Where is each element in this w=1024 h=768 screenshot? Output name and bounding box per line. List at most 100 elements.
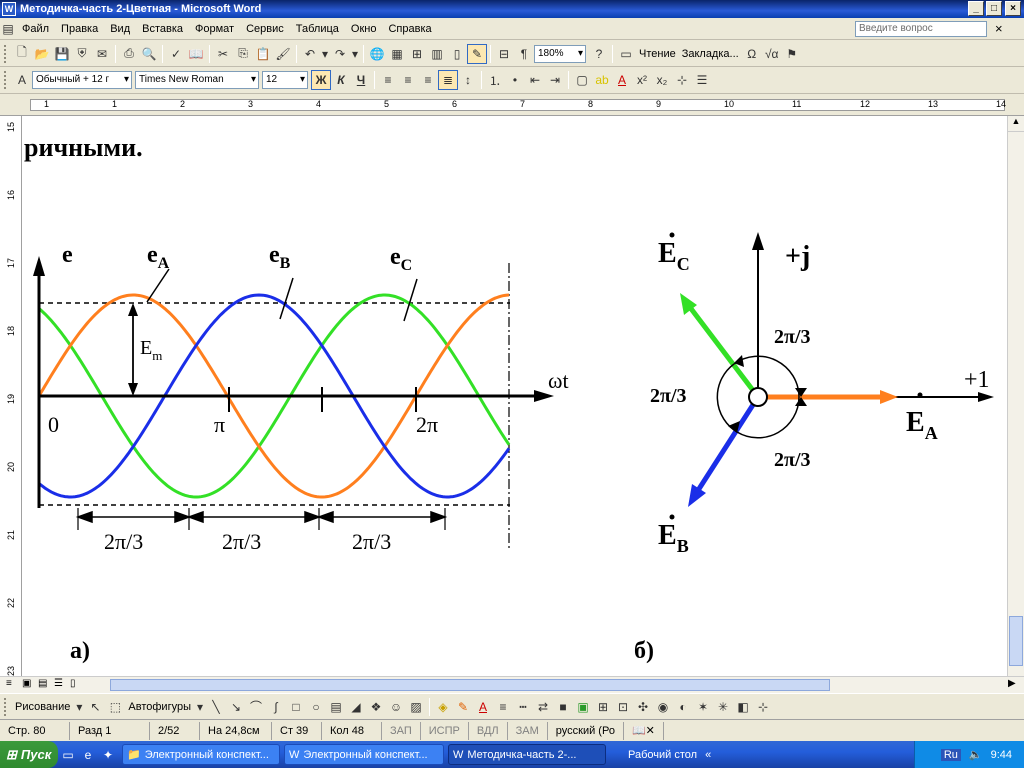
autoshapes-dropdown-icon[interactable]: ▾ [194, 697, 206, 717]
drawing-menu[interactable]: Рисование [12, 701, 73, 713]
redo-dropdown-icon[interactable]: ▾ [350, 44, 360, 64]
draw-extra3-icon[interactable]: ✣ [633, 697, 653, 717]
print-preview-icon[interactable]: 🔍 [139, 44, 159, 64]
font-select[interactable]: Times New Roman [135, 71, 259, 89]
quicklaunch-icon[interactable]: ✦ [98, 745, 118, 765]
status-trk[interactable]: ИСПР [421, 721, 469, 740]
undo-icon[interactable]: ↶ [300, 44, 320, 64]
wordart-icon[interactable]: ◢ [346, 697, 366, 717]
permission-icon[interactable]: ⛨ [72, 44, 92, 64]
status-language[interactable]: русский (Ро [548, 721, 624, 740]
hscroll-thumb[interactable] [110, 679, 830, 691]
web-view-icon[interactable]: ▣ [22, 678, 31, 689]
toolbar-grip[interactable] [4, 71, 8, 89]
mail-icon[interactable]: ✉ [92, 44, 112, 64]
symbol-icon[interactable]: Ω [742, 44, 762, 64]
shadow-icon[interactable]: ■ [553, 697, 573, 717]
desktop-toolbar-label[interactable]: Рабочий стол [628, 749, 697, 761]
draw-extra9-icon[interactable]: ⊹ [753, 697, 773, 717]
drawing-dropdown-icon[interactable]: ▾ [73, 697, 85, 717]
outline-view-icon[interactable]: ☰ [54, 678, 63, 689]
paste-icon[interactable]: 📋 [253, 44, 273, 64]
borders-icon[interactable]: ▢ [572, 70, 592, 90]
increase-indent-icon[interactable]: ⇥ [545, 70, 565, 90]
textbox-icon[interactable]: ▤ [326, 697, 346, 717]
insert-table-icon[interactable]: ⊞ [407, 44, 427, 64]
show-desktop-icon[interactable]: ▭ [58, 745, 78, 765]
draw-extra-icon[interactable]: ⊞ [593, 697, 613, 717]
tray-expand-icon[interactable]: « [705, 749, 711, 761]
document-page[interactable]: ричными. e eA eB eC Em ωt 0 π 2π 2π/3 2π… [22, 116, 1007, 676]
line-icon[interactable]: ╲ [206, 697, 226, 717]
close-button[interactable]: × [1005, 1, 1021, 16]
open-icon[interactable]: 📂 [32, 44, 52, 64]
draw-extra4-icon[interactable]: ◉ [653, 697, 673, 717]
diagram-icon[interactable]: ❖ [366, 697, 386, 717]
new-document-icon[interactable]: 🗋 [12, 44, 32, 64]
draw-font-color-icon[interactable]: A [473, 697, 493, 717]
menu-table[interactable]: Таблица [290, 23, 345, 35]
equation-icon[interactable]: √α [762, 44, 782, 64]
arrow-icon[interactable]: ↘ [226, 697, 246, 717]
minimize-button[interactable]: _ [968, 1, 984, 16]
draw-extra8-icon[interactable]: ◧ [733, 697, 753, 717]
hyperlink-icon[interactable]: 🌐 [367, 44, 387, 64]
drawing-canvas-icon[interactable]: ⬚ [105, 697, 125, 717]
font-color-icon[interactable]: A [612, 70, 632, 90]
horizontal-scrollbar[interactable]: ≡ ▣ ▤ ☰ ▯ ▶ [0, 676, 1024, 693]
start-button[interactable]: ⊞ Пуск [0, 741, 58, 768]
curve-icon[interactable]: ⌒ [246, 697, 266, 717]
numbering-icon[interactable]: ⒈ [485, 70, 505, 90]
research-icon[interactable]: 📖 [186, 44, 206, 64]
menu-tools[interactable]: Сервис [240, 23, 290, 35]
scroll-right-icon[interactable]: ▶ [1008, 678, 1016, 689]
vertical-scrollbar[interactable]: ▲ [1007, 116, 1024, 676]
align-center-icon[interactable]: ≡ [398, 70, 418, 90]
scroll-thumb[interactable] [1009, 616, 1023, 666]
bullets-icon[interactable]: • [505, 70, 525, 90]
scroll-up-icon[interactable]: ▲ [1008, 116, 1024, 132]
scribble-icon[interactable]: ∫ [266, 697, 286, 717]
dash-style-icon[interactable]: ┅ [513, 697, 533, 717]
vertical-ruler[interactable]: 15 16 17 18 19 20 21 22 23 [0, 116, 22, 676]
draw-extra2-icon[interactable]: ⊡ [613, 697, 633, 717]
bold-button[interactable]: Ж [311, 70, 331, 90]
read-icon[interactable]: ▭ [616, 44, 636, 64]
status-ovr[interactable]: ЗАМ [508, 721, 548, 740]
autotext-icon[interactable]: ⚑ [782, 44, 802, 64]
insert-excel-icon[interactable]: ▥ [427, 44, 447, 64]
format-painter-icon[interactable]: 🖌 [273, 44, 293, 64]
rectangle-icon[interactable]: □ [286, 697, 306, 717]
select-objects-icon[interactable]: ↖ [85, 697, 105, 717]
subscript-icon[interactable]: x₂ [652, 70, 672, 90]
document-map-icon[interactable]: ⊟ [494, 44, 514, 64]
print-layout-icon[interactable]: ▤ [38, 678, 47, 689]
print-icon[interactable]: ⎙ [119, 44, 139, 64]
superscript-icon[interactable]: x² [632, 70, 652, 90]
close-doc-icon[interactable]: × [995, 21, 1003, 36]
picture-icon[interactable]: ▨ [406, 697, 426, 717]
menu-help[interactable]: Справка [382, 23, 437, 35]
draw-extra7-icon[interactable]: ✳ [713, 697, 733, 717]
horizontal-ruler[interactable]: 1123456789101112131415 [0, 94, 1024, 116]
oval-icon[interactable]: ○ [306, 697, 326, 717]
toolbar-grip[interactable] [4, 44, 8, 63]
menu-edit[interactable]: Правка [55, 23, 104, 35]
volume-icon[interactable]: 🔈 [969, 748, 983, 761]
align-left-icon[interactable]: ≡ [378, 70, 398, 90]
menu-insert[interactable]: Вставка [136, 23, 189, 35]
menu-format[interactable]: Формат [189, 23, 240, 35]
line-color-icon[interactable]: ✎ [453, 697, 473, 717]
highlight-icon[interactable]: ab [592, 70, 612, 90]
tables-borders-icon[interactable]: ▦ [387, 44, 407, 64]
menu-file[interactable]: Файл [16, 23, 55, 35]
font-size-select[interactable]: 12 [262, 71, 308, 89]
justify-icon[interactable]: ≣ [438, 70, 458, 90]
doc-menu-icon[interactable]: ▤ [0, 19, 16, 39]
menu-view[interactable]: Вид [104, 23, 136, 35]
normal-view-icon[interactable]: ≡ [6, 678, 12, 689]
clipart-icon[interactable]: ☺ [386, 697, 406, 717]
maximize-button[interactable]: □ [986, 1, 1002, 16]
style-select[interactable]: Обычный + 12 г [32, 71, 132, 89]
align-right-icon[interactable]: ≡ [418, 70, 438, 90]
